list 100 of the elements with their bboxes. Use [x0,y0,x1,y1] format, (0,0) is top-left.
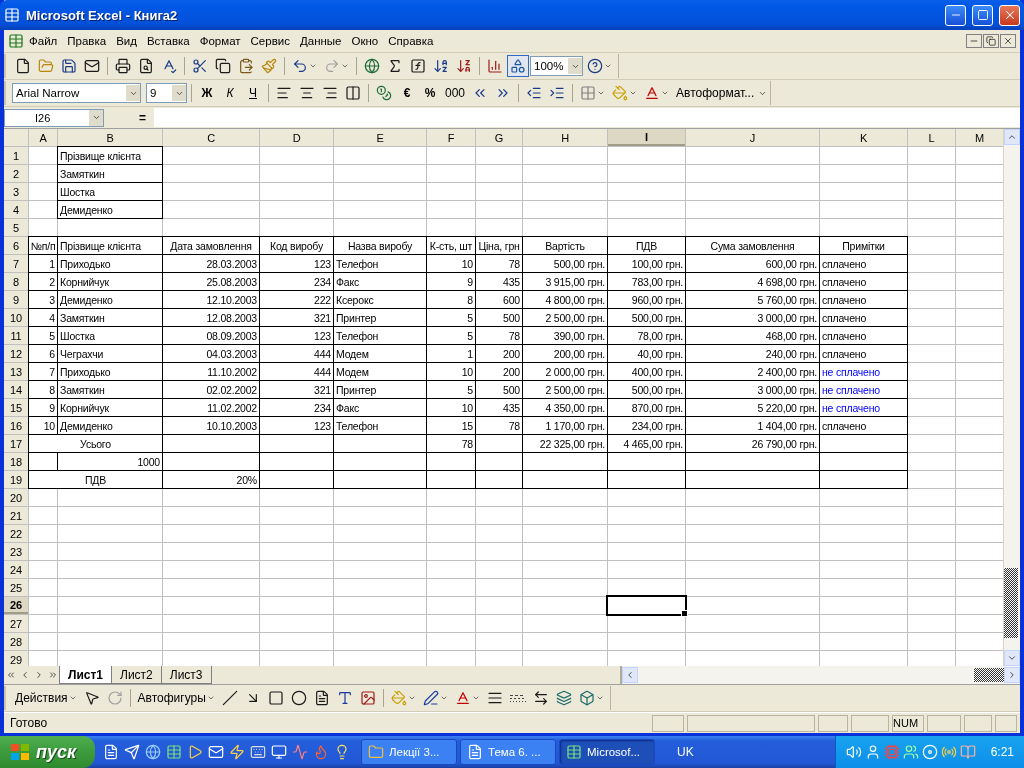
column-header[interactable]: I [608,129,685,146]
table-cell: 200,00 грн. [523,345,607,362]
table-cell: 1000 [58,453,162,470]
table-cell: 11.02.2002 [163,399,259,416]
table-cell: 3 915,00 грн. [523,273,607,290]
table-cell: 28.03.2003 [163,255,259,272]
row-header[interactable]: 23 [4,543,28,560]
start-button[interactable]: пуск [0,736,95,768]
row-header[interactable]: 22 [4,525,28,542]
column-header[interactable]: G [476,129,522,146]
menu-item[interactable]: Файл [24,33,63,49]
table-cell: Телефон [334,327,426,344]
menu-item[interactable]: Формат [194,33,246,49]
taskbar-button[interactable]: Лекції 3... [361,739,457,765]
column-header[interactable]: C [163,129,259,146]
row-header[interactable]: 4 [4,201,28,218]
table-cell: 4 698,00 грн. [686,273,819,290]
table-cell: 10 [427,399,475,416]
table-cell: 870,00 грн. [608,399,685,416]
row-header[interactable]: 7 [4,255,28,272]
row-header[interactable]: 10 [4,309,28,326]
table-cell: 435 [476,399,522,416]
table-cell: Приходько [58,255,162,272]
row-header[interactable]: 12 [4,345,28,362]
column-header[interactable]: D [260,129,333,146]
row-header[interactable]: 19 [4,471,28,488]
font-dropdown[interactable]: Arial Narrow [12,83,141,103]
column-header[interactable]: H [523,129,607,146]
table-cell: 600,00 грн. [686,255,819,272]
row-header[interactable]: 11 [4,327,28,344]
row-header[interactable]: 21 [4,507,28,524]
table-cell: 1 170,00 грн. [523,417,607,434]
row-header[interactable]: 15 [4,399,28,416]
table-cell: Усього [29,435,162,452]
row-header[interactable]: 14 [4,381,28,398]
taskbar-button[interactable]: Тема 6. ... [460,739,556,765]
column-header[interactable]: J [686,129,819,146]
table-cell: 9 [29,399,57,416]
italic-button[interactable]: К [219,82,241,104]
taskbar-button[interactable]: Microsof... [559,739,655,765]
column-header[interactable]: B [58,129,162,146]
table-cell: Шостка [58,183,162,200]
row-header[interactable]: 29 [4,651,28,666]
row-header[interactable]: 20 [4,489,28,506]
table-cell: Модем [334,363,426,380]
percent-button[interactable]: % [419,82,441,104]
column-header[interactable]: E [334,129,426,146]
table-cell: 100,00 грн. [608,255,685,272]
row-header[interactable]: 2 [4,165,28,182]
table-cell: 4 350,00 грн. [523,399,607,416]
row-header[interactable]: 3 [4,183,28,200]
table-cell: 4 800,00 грн. [523,291,607,308]
row-header[interactable]: 13 [4,363,28,380]
font-size-dropdown[interactable]: 9 [146,83,187,103]
column-header[interactable]: M [956,129,1003,146]
thousands-button[interactable]: 000 [442,82,469,104]
row-header[interactable]: 8 [4,273,28,290]
table-cell: 234,00 грн. [608,417,685,434]
sheet-tab[interactable]: Лист3 [160,666,212,684]
language-indicator[interactable]: UK [655,745,702,759]
table-cell: Вартість [523,237,607,254]
table-cell: сплачено [820,291,907,308]
column-header[interactable]: F [427,129,475,146]
column-header[interactable]: A [29,129,57,146]
row-header[interactable]: 16 [4,417,28,434]
menu-item[interactable]: Справка [383,33,439,49]
table-cell: 5 [427,309,475,326]
table-cell: ПДВ [608,237,685,254]
menu-item[interactable]: Окно [346,33,384,49]
bold-button[interactable]: Ж [196,82,218,104]
table-cell: Замяткин [58,309,162,326]
table-cell: 390,00 грн. [523,327,607,344]
sheet-tab[interactable]: Лист1 [59,666,113,684]
row-header[interactable]: 6 [4,237,28,254]
row-header[interactable]: 5 [4,219,28,236]
row-header[interactable]: 27 [4,615,28,632]
menu-item[interactable]: Данные [294,33,347,49]
row-header[interactable]: 9 [4,291,28,308]
row-header[interactable]: 28 [4,633,28,650]
menu-item[interactable]: Правка [62,33,112,49]
row-header[interactable]: 1 [4,147,28,164]
autoshapes-menu-button[interactable]: Автофигуры [134,687,218,709]
menu-item[interactable]: Сервис [245,33,295,49]
zoom-dropdown[interactable]: 100% [530,56,583,76]
underline-button[interactable]: Ч [242,82,264,104]
autoformat-button[interactable]: Автоформат... [673,82,758,104]
table-cell: 444 [260,363,333,380]
menu-item[interactable]: Вставка [141,33,195,49]
table-cell: Шостка [58,327,162,344]
menu-item[interactable]: Вид [111,33,142,49]
row-header[interactable]: 18 [4,453,28,470]
euro-button[interactable]: € [396,82,418,104]
row-header[interactable]: 17 [4,435,28,452]
name-box[interactable]: I26 [4,108,104,127]
row-header[interactable]: 25 [4,579,28,596]
column-header[interactable]: L [908,129,955,146]
row-header[interactable]: 26 [4,597,28,614]
column-header[interactable]: K [820,129,907,146]
actions-menu-button[interactable]: Действия [12,687,80,709]
row-header[interactable]: 24 [4,561,28,578]
